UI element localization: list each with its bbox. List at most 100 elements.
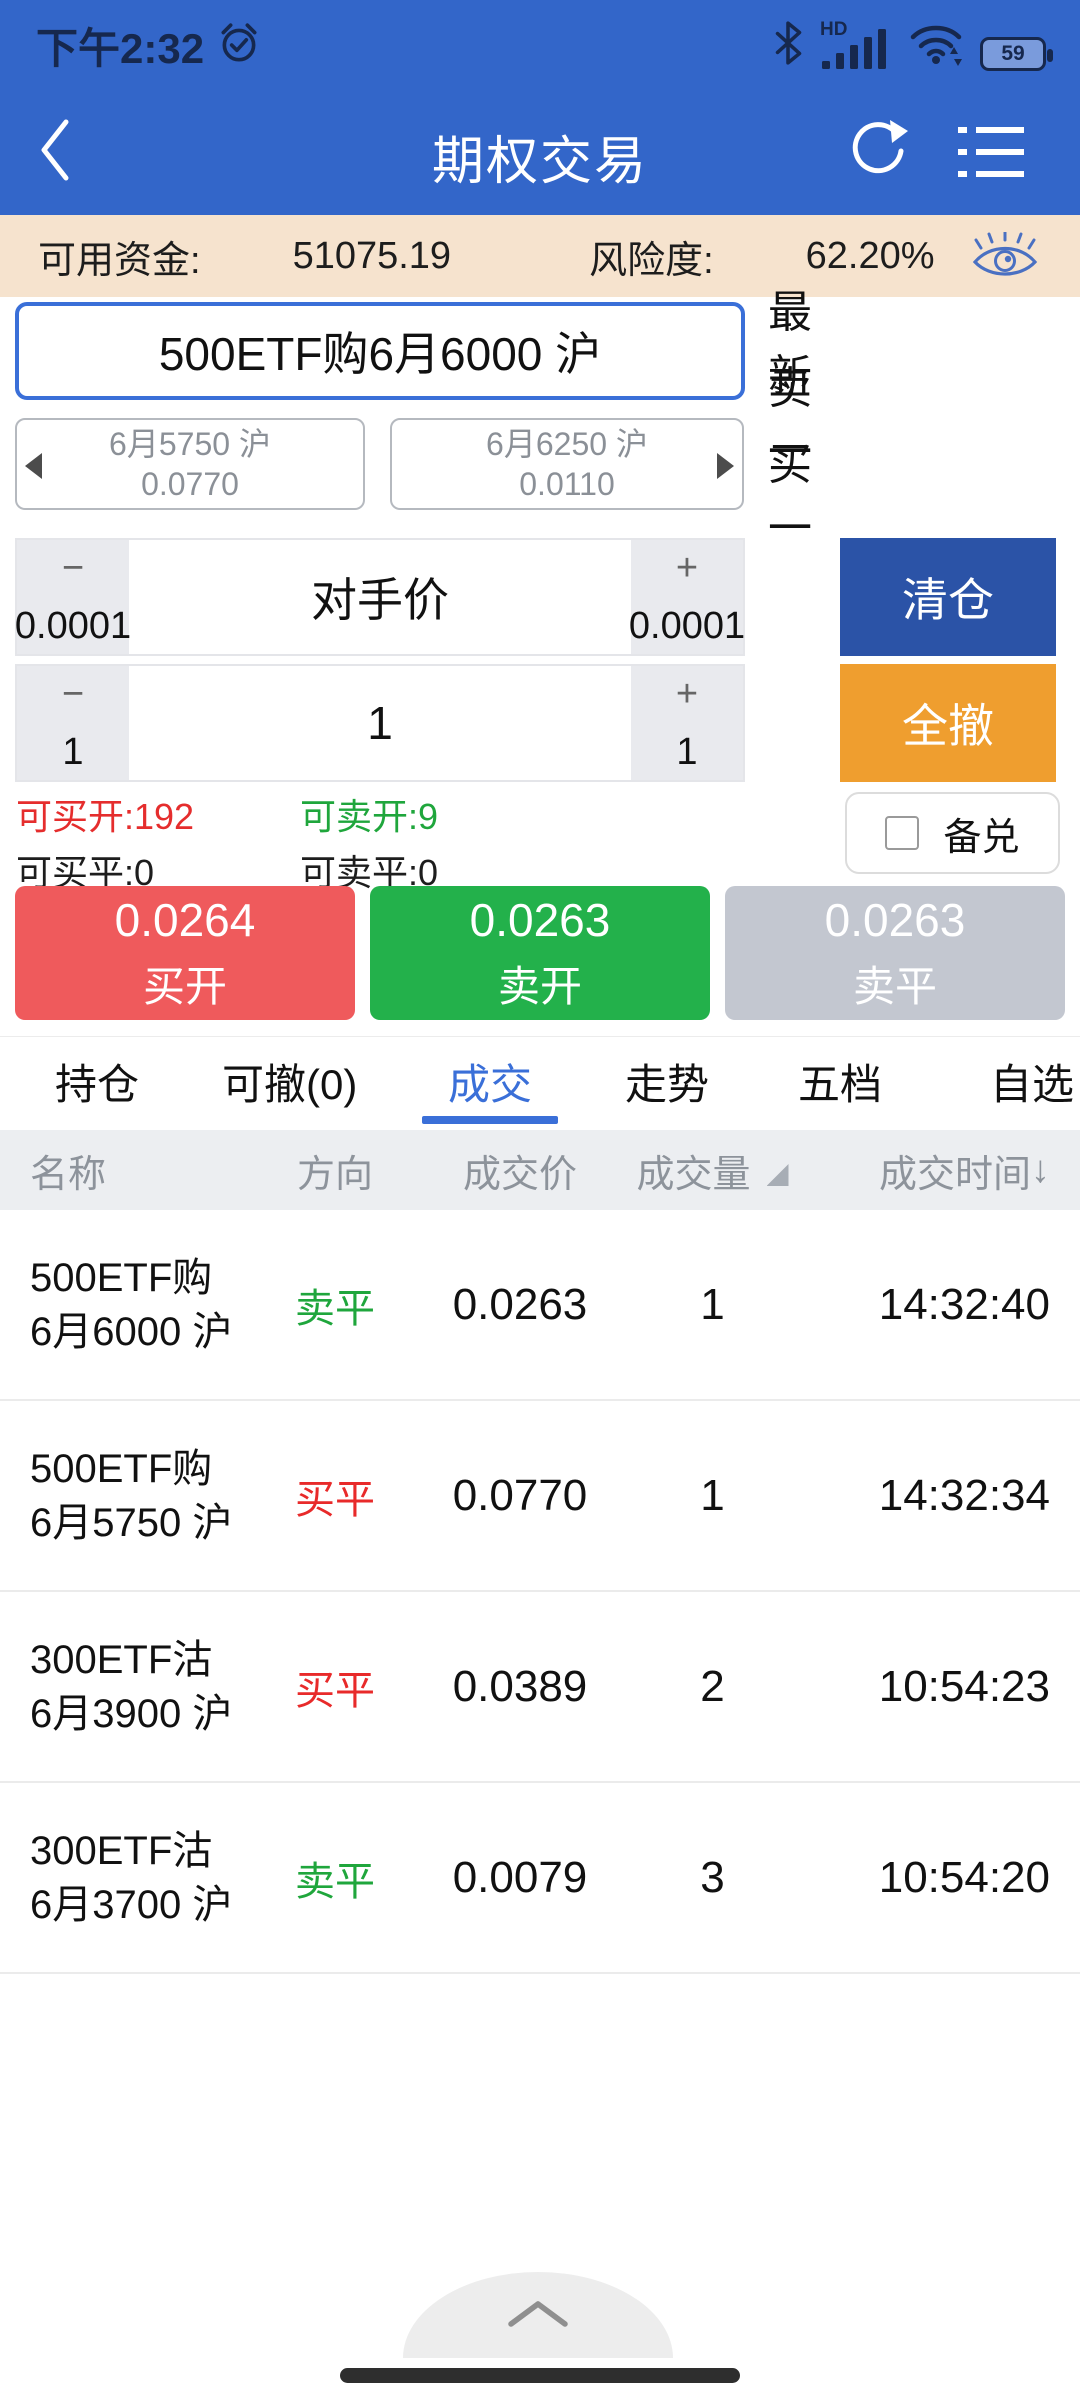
next-contract-button[interactable]: 6月6250 沪 0.0110 bbox=[390, 418, 744, 510]
tab-trend[interactable]: 走势 bbox=[625, 1051, 709, 1112]
minus-icon: − bbox=[61, 547, 85, 589]
tab-fills[interactable]: 成交 bbox=[448, 1051, 532, 1112]
trade-row[interactable]: 300ETF沽 6月3900 沪 买平 0.0389 2 10:54:23 bbox=[0, 1592, 1080, 1783]
trade-row[interactable]: 500ETF购 6月6000 沪 卖平 0.0263 1 14:32:40 bbox=[0, 1210, 1080, 1401]
refresh-button[interactable] bbox=[846, 118, 910, 187]
trades-table-header: 名称 方向 成交价 成交量 成交时间 ↓ bbox=[0, 1130, 1080, 1210]
trade-contract-line1: 300ETF沽 bbox=[30, 1828, 213, 1873]
col-direction: 方向 bbox=[296, 1153, 373, 1196]
trade-contract-line1: 500ETF购 bbox=[30, 1255, 213, 1300]
covered-checkbox[interactable] bbox=[885, 816, 920, 850]
prev-arrow-icon bbox=[25, 453, 42, 479]
battery-percent: 59 bbox=[1001, 42, 1025, 65]
trade-volume: 1 bbox=[700, 1470, 725, 1520]
trade-price: 0.0079 bbox=[452, 1852, 588, 1902]
trade-contract: 500ETF购 6月6000 沪 bbox=[30, 1251, 260, 1359]
sell-open-label: 卖开 bbox=[497, 962, 582, 1010]
trade-contract-line2: 6月6000 沪 bbox=[30, 1309, 233, 1354]
trade-contract-line1: 300ETF沽 bbox=[30, 1637, 213, 1682]
col-volume-sort[interactable]: 成交量 bbox=[630, 1143, 795, 1198]
price-plus-button[interactable]: + 0.0001 bbox=[629, 540, 745, 654]
trade-price: 0.0263 bbox=[452, 1279, 588, 1329]
available-funds-label: 可用资金: bbox=[38, 239, 201, 282]
sell-open-button[interactable]: 0.0263 卖开 bbox=[370, 886, 710, 1020]
risk-label: 风险度: bbox=[589, 239, 714, 282]
contract-search-input[interactable]: 500ETF购6月6000 沪 bbox=[15, 302, 745, 400]
clear-position-button[interactable]: 清仓 bbox=[840, 538, 1056, 656]
cancel-all-button[interactable]: 全撤 bbox=[840, 664, 1056, 782]
covered-call-option[interactable]: 备兑 bbox=[845, 792, 1060, 874]
eye-icon[interactable] bbox=[972, 232, 1038, 280]
trade-time: 14:32:34 bbox=[878, 1470, 1050, 1520]
status-bar: 下午2:32 HD 59 bbox=[0, 0, 1080, 85]
buy-open-price: 0.0264 bbox=[114, 893, 256, 946]
cell-signal-icon: HD bbox=[820, 19, 892, 71]
trade-contract: 500ETF购 6月5750 沪 bbox=[30, 1442, 260, 1550]
sort-desc-icon: ↓ bbox=[1031, 1148, 1050, 1191]
trade-time: 10:54:20 bbox=[878, 1852, 1050, 1902]
tab-watchlist[interactable]: 自选 bbox=[990, 1051, 1074, 1112]
available-funds-value: 51075.19 bbox=[292, 234, 452, 277]
next-contract-name: 6月6250 沪 bbox=[486, 426, 648, 462]
quantity-stepper: − 1 1 + 1 bbox=[15, 664, 745, 782]
sell-close-button[interactable]: 0.0263 卖平 bbox=[725, 886, 1065, 1020]
quantity-input[interactable]: 1 bbox=[129, 666, 631, 780]
menu-button[interactable] bbox=[958, 125, 1024, 184]
buy-open-button[interactable]: 0.0264 买开 bbox=[15, 886, 355, 1020]
prev-contract-button[interactable]: 6月5750 沪 0.0770 bbox=[15, 418, 365, 510]
trade-contract-line1: 500ETF购 bbox=[30, 1446, 213, 1491]
price-input[interactable]: 对手价 bbox=[129, 540, 631, 654]
trade-contract-line2: 6月3900 沪 bbox=[30, 1691, 233, 1736]
tab-depth[interactable]: 五档 bbox=[798, 1051, 882, 1112]
battery-nub bbox=[1047, 49, 1053, 62]
trade-direction: 买平 bbox=[295, 1477, 375, 1522]
tab-cancellable[interactable]: 可撤(0) bbox=[222, 1051, 357, 1112]
active-tab-underline bbox=[422, 1116, 558, 1124]
trade-contract: 300ETF沽 6月3900 沪 bbox=[30, 1633, 260, 1741]
trade-direction: 卖平 bbox=[295, 1286, 375, 1331]
col-name: 名称 bbox=[30, 1153, 107, 1196]
col-price: 成交价 bbox=[462, 1153, 577, 1196]
funds-bar: 可用资金: 51075.19 风险度: 62.20% bbox=[0, 215, 1080, 297]
trade-row[interactable]: 500ETF购 6月5750 沪 买平 0.0770 1 14:32:34 bbox=[0, 1401, 1080, 1592]
qty-minus-button[interactable]: − 1 bbox=[17, 666, 129, 780]
trade-time: 14:32:40 bbox=[878, 1279, 1050, 1329]
trade-contract-line2: 6月3700 沪 bbox=[30, 1882, 233, 1927]
sort-asc-icon bbox=[766, 1164, 789, 1186]
bid1-label: 买一 bbox=[768, 440, 812, 553]
sell-close-price: 0.0263 bbox=[824, 893, 966, 946]
prev-contract-name: 6月5750 沪 bbox=[109, 426, 271, 462]
alarm-icon bbox=[216, 20, 262, 71]
col-time-sort[interactable]: 成交时间 ↓ bbox=[795, 1143, 1050, 1198]
price-stepper: − 0.0001 对手价 + 0.0001 bbox=[15, 538, 745, 656]
qty-step-value: 1 bbox=[676, 731, 698, 773]
trade-volume: 3 bbox=[700, 1852, 725, 1902]
next-arrow-icon bbox=[717, 453, 734, 479]
trade-volume: 2 bbox=[700, 1661, 725, 1711]
plus-icon: + bbox=[675, 673, 699, 715]
covered-label: 备兑 bbox=[943, 816, 1020, 859]
qty-plus-button[interactable]: + 1 bbox=[631, 666, 743, 780]
qty-step-value: 1 bbox=[62, 731, 84, 773]
buy-open-label: 买开 bbox=[142, 962, 227, 1010]
tab-positions[interactable]: 持仓 bbox=[55, 1051, 139, 1112]
col-volume-label: 成交量 bbox=[636, 1153, 751, 1196]
trade-row[interactable]: 300ETF沽 6月3700 沪 卖平 0.0079 3 10:54:20 bbox=[0, 1783, 1080, 1974]
nav-bar: 期权交易 bbox=[0, 85, 1080, 215]
trade-direction: 买平 bbox=[295, 1668, 375, 1713]
sell-open-price: 0.0263 bbox=[469, 893, 611, 946]
price-step-value: 0.0001 bbox=[14, 605, 132, 647]
trade-price: 0.0389 bbox=[452, 1661, 588, 1711]
chevron-up-icon bbox=[501, 2297, 575, 2334]
prev-contract-price: 0.0770 bbox=[141, 466, 239, 502]
expand-panel-handle[interactable] bbox=[403, 2272, 673, 2358]
sell-close-label: 卖平 bbox=[852, 962, 937, 1010]
status-time: 下午2:32 bbox=[36, 25, 205, 72]
limit-buy-open: 可买开:192 bbox=[16, 796, 195, 837]
price-minus-button[interactable]: − 0.0001 bbox=[14, 540, 132, 654]
page-title: 期权交易 bbox=[431, 133, 648, 191]
home-indicator-bar[interactable] bbox=[340, 2368, 740, 2383]
trade-contract-line2: 6月5750 沪 bbox=[30, 1500, 233, 1545]
trade-direction: 卖平 bbox=[295, 1859, 375, 1904]
limit-sell-open: 可卖开:9 bbox=[300, 796, 439, 837]
